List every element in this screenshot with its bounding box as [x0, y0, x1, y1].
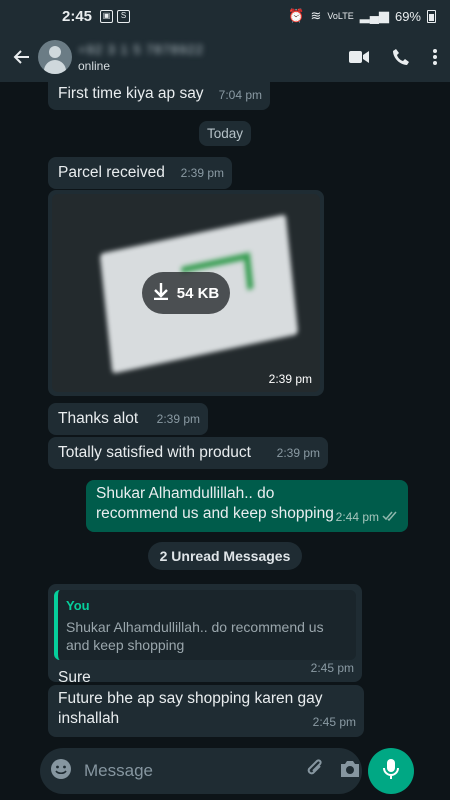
- double-check-icon: [382, 507, 398, 527]
- message-time: 2:39 pm: [268, 372, 312, 386]
- date-separator-label: Today: [206, 126, 244, 141]
- chat-header: +92 3 1 5 7878922 online: [0, 32, 450, 82]
- signal-label: VoLTE: [327, 11, 354, 21]
- message-bubble[interactable]: Totally satisfied with product 2:39 pm: [48, 437, 328, 469]
- more-vert-icon[interactable]: [432, 48, 438, 66]
- message-text: Parcel received: [58, 164, 165, 181]
- gallery-notification-icon: ▣: [100, 9, 114, 23]
- message-text: First time kiya ap say: [58, 85, 204, 102]
- message-time: 2:44 pm: [335, 510, 379, 524]
- wifi-icon: ≋: [310, 8, 322, 23]
- emoji-icon[interactable]: [50, 758, 72, 785]
- message-input-bar[interactable]: [40, 748, 362, 794]
- message-time: 2:39 pm: [276, 446, 320, 460]
- phone-icon[interactable]: [392, 48, 410, 66]
- message-time: 7:04 pm: [218, 88, 262, 102]
- battery-icon: [427, 9, 436, 23]
- alarm-icon: ⏰: [288, 8, 305, 23]
- message-time: 2:39 pm: [156, 412, 200, 426]
- message-time: 2:39 pm: [180, 166, 224, 180]
- status-right: ⏰ ≋ VoLTE ▂▄▆ 69%: [288, 8, 436, 24]
- contact-info[interactable]: +92 3 1 5 7878922 online: [78, 42, 218, 73]
- message-bubble[interactable]: First time kiya ap say 7:04 pm: [48, 82, 270, 110]
- message-text: Sure: [58, 669, 91, 686]
- message-bubble[interactable]: Shukar Alhamdullillah.. do recommend us …: [86, 480, 408, 532]
- download-icon: [153, 282, 169, 304]
- unread-label: 2 Unread Messages: [159, 548, 291, 564]
- mic-icon: [383, 758, 399, 785]
- download-button[interactable]: 54 KB: [142, 272, 230, 314]
- header-actions: [348, 48, 438, 66]
- battery-percent: 69%: [394, 8, 421, 24]
- message-bubble[interactable]: You Shukar Alhamdullillah.. do recommend…: [48, 584, 362, 686]
- quote-author: You: [66, 598, 90, 613]
- message-text: Future bhe ap say shopping karen gay ins…: [58, 690, 323, 727]
- message-text: Totally satisfied with product: [58, 444, 251, 461]
- contact-status: online: [78, 58, 111, 73]
- message-bubble[interactable]: Parcel received 2:39 pm: [48, 157, 232, 189]
- image-size: 54 KB: [176, 284, 220, 302]
- avatar-icon[interactable]: [38, 40, 72, 74]
- message-input[interactable]: [84, 761, 305, 781]
- status-bar: 2:45 ▣ S ⏰ ≋ VoLTE ▂▄▆ 69%: [0, 0, 450, 32]
- quote-text: Shukar Alhamdullillah.. do recommend us …: [66, 619, 324, 653]
- attach-icon[interactable]: [305, 758, 325, 785]
- message-text: Shukar Alhamdullillah.. do recommend us …: [96, 485, 334, 522]
- unread-messages-divider: 2 Unread Messages: [148, 542, 302, 570]
- video-call-icon[interactable]: [348, 49, 370, 65]
- image-message[interactable]: 54 KB 2:39 pm: [48, 190, 324, 396]
- image-thumbnail[interactable]: 54 KB 2:39 pm: [52, 194, 320, 392]
- s-notification-icon: S: [117, 9, 131, 23]
- message-bubble[interactable]: Future bhe ap say shopping karen gay ins…: [48, 685, 364, 737]
- composer: [0, 742, 450, 800]
- contact-name: +92 3 1 5 7878922: [78, 41, 204, 57]
- camera-icon[interactable]: [339, 760, 361, 783]
- chat-area[interactable]: First time kiya ap say 7:04 pm Today Par…: [0, 82, 450, 742]
- signal-icon: ▂▄▆: [359, 8, 389, 23]
- mic-button[interactable]: [368, 748, 414, 794]
- date-separator: Today: [199, 121, 251, 146]
- message-bubble[interactable]: Thanks alot 2:39 pm: [48, 403, 208, 435]
- status-time: 2:45: [62, 7, 93, 25]
- message-time: 2:45 pm: [312, 715, 356, 729]
- message-time: 2:45 pm: [310, 661, 354, 675]
- back-arrow-icon[interactable]: [8, 43, 36, 71]
- message-text: Thanks alot: [58, 410, 139, 427]
- quoted-message[interactable]: You Shukar Alhamdullillah.. do recommend…: [54, 590, 356, 660]
